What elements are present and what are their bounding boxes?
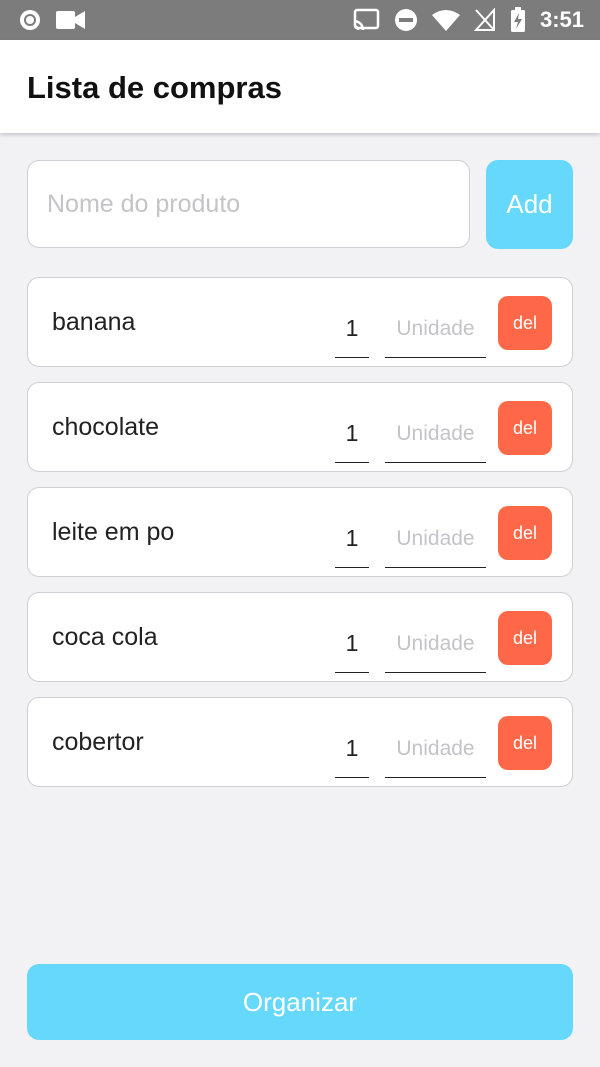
delete-button[interactable]: del: [498, 296, 552, 350]
delete-button[interactable]: del: [498, 716, 552, 770]
list-item: leite em po del: [27, 487, 573, 577]
add-button[interactable]: Add: [486, 160, 573, 249]
unit-input[interactable]: [385, 300, 486, 358]
record-icon: [20, 10, 40, 30]
quantity-input[interactable]: [335, 615, 369, 673]
item-name: cobertor: [52, 728, 144, 756]
battery-charging-icon: [510, 7, 525, 32]
delete-button[interactable]: del: [498, 506, 552, 560]
quantity-input[interactable]: [335, 405, 369, 463]
organize-button[interactable]: Organizar: [27, 964, 573, 1040]
delete-button[interactable]: del: [498, 401, 552, 455]
video-camera-icon: [56, 11, 85, 29]
shopping-list: banana del chocolate del leite em po del…: [27, 277, 573, 802]
quantity-input[interactable]: [335, 300, 369, 358]
list-item: chocolate del: [27, 382, 573, 472]
list-item: coca cola del: [27, 592, 573, 682]
item-name: banana: [52, 308, 136, 336]
status-bar-right: 3:51: [352, 6, 584, 34]
unit-input[interactable]: [385, 510, 486, 568]
list-item: banana del: [27, 277, 573, 367]
quantity-input[interactable]: [335, 510, 369, 568]
delete-button[interactable]: del: [498, 611, 552, 665]
wifi-icon: [431, 10, 460, 31]
quantity-input[interactable]: [335, 720, 369, 778]
status-bar-left: [18, 8, 86, 32]
cast-icon: [353, 8, 380, 31]
list-item: cobertor del: [27, 697, 573, 787]
page-title: Lista de compras: [27, 70, 282, 105]
no-signal-icon: [473, 8, 495, 31]
status-time: 3:51: [539, 7, 584, 32]
unit-input[interactable]: [385, 405, 486, 463]
item-name: leite em po: [52, 518, 175, 546]
unit-input[interactable]: [385, 615, 486, 673]
do-not-disturb-icon: [394, 9, 417, 31]
item-name: chocolate: [52, 413, 160, 441]
app-bar: Lista de compras: [0, 40, 600, 133]
unit-input[interactable]: [385, 720, 486, 778]
status-bar: 3:51: [0, 0, 600, 40]
product-name-input[interactable]: [27, 160, 470, 248]
item-name: coca cola: [52, 623, 158, 651]
